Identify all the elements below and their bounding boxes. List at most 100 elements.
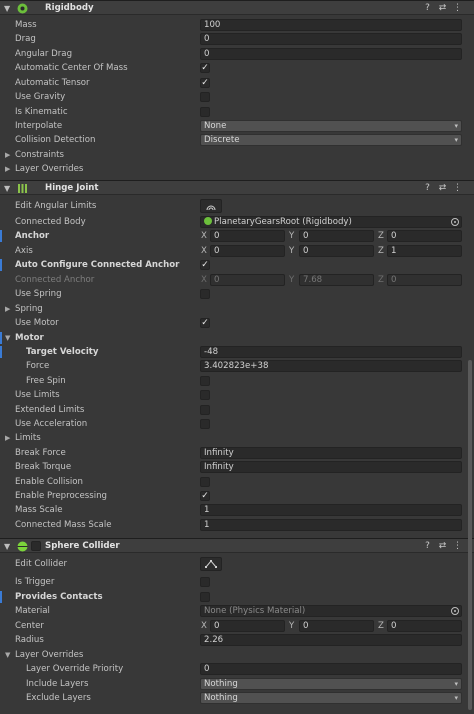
row-angular-drag: Angular Drag 0: [0, 47, 474, 61]
row-force: Force 3.402823e+38: [0, 359, 474, 373]
expand-arrow-icon[interactable]: ▶: [5, 431, 10, 445]
anchor-x-input[interactable]: 0: [210, 230, 285, 242]
foldout-label[interactable]: Limits: [15, 431, 41, 445]
row-enable-collision: Enable Collision: [0, 475, 474, 489]
foldout-label[interactable]: Constraints: [15, 148, 64, 162]
more-options-icon[interactable]: ⋮: [452, 541, 463, 552]
enable-component-checkbox[interactable]: [31, 541, 41, 551]
foldout-label[interactable]: Spring: [15, 302, 43, 316]
axis-z-input[interactable]: 1: [387, 245, 462, 257]
row-mass-scale: Mass Scale 1: [0, 503, 474, 517]
row-limits[interactable]: ▶ Limits: [0, 431, 474, 445]
expand-arrow-icon[interactable]: ▶: [5, 162, 10, 176]
chevron-down-icon: ▾: [454, 122, 458, 130]
connected-mass-scale-input[interactable]: 1: [200, 519, 462, 531]
help-icon[interactable]: ?: [422, 541, 433, 552]
fold-arrow-icon[interactable]: ▼: [4, 181, 10, 196]
mass-scale-input[interactable]: 1: [200, 504, 462, 516]
connected-body-field[interactable]: PlanetaryGearsRoot (Rigidbody): [200, 216, 462, 228]
enable-preprocessing-checkbox[interactable]: ✓: [200, 491, 210, 501]
object-picker-icon[interactable]: [451, 218, 459, 226]
auto-configure-checkbox[interactable]: ✓: [200, 260, 210, 270]
extended-limits-checkbox[interactable]: [200, 405, 210, 415]
row-motor[interactable]: ▼ Motor: [0, 331, 474, 345]
expand-arrow-icon[interactable]: ▶: [5, 302, 10, 316]
target-velocity-input[interactable]: -48: [200, 346, 462, 358]
row-constraints[interactable]: ▶ Constraints: [0, 148, 474, 162]
row-layer-overrides[interactable]: ▶ Layer Overrides: [0, 162, 474, 176]
sphere-collider-header[interactable]: ▼ Sphere Collider ? ⇄ ⋮: [0, 538, 474, 553]
row-use-limits: Use Limits: [0, 388, 474, 402]
object-picker-icon[interactable]: [451, 607, 459, 615]
center-z-input[interactable]: 0: [387, 620, 462, 632]
field-label: Radius: [15, 635, 44, 645]
row-auto-configure: Auto Configure Connected Anchor ✓: [0, 258, 474, 272]
is-trigger-checkbox[interactable]: [200, 577, 210, 587]
collision-detection-dropdown[interactable]: Discrete ▾: [200, 134, 462, 146]
fold-arrow-icon[interactable]: ▼: [4, 539, 10, 554]
row-break-force: Break Force Infinity: [0, 446, 474, 460]
row-layer-overrides[interactable]: ▼ Layer Overrides: [0, 648, 474, 662]
row-material: Material None (Physics Material): [0, 604, 474, 618]
row-use-spring: Use Spring: [0, 287, 474, 301]
angular-drag-input[interactable]: 0: [200, 48, 462, 60]
row-drag: Drag 0: [0, 32, 474, 46]
center-x-input[interactable]: 0: [210, 620, 285, 632]
field-label: Drag: [15, 34, 36, 44]
auto-tensor-checkbox[interactable]: ✓: [200, 78, 210, 88]
foldout-label[interactable]: Layer Overrides: [15, 648, 83, 662]
foldout-label[interactable]: Layer Overrides: [15, 162, 83, 176]
include-layers-dropdown[interactable]: Nothing ▾: [200, 678, 462, 690]
axis-x-input[interactable]: 0: [210, 245, 285, 257]
more-options-icon[interactable]: ⋮: [452, 3, 463, 14]
override-indicator: [0, 346, 2, 358]
edit-collider-button[interactable]: [200, 557, 222, 571]
enable-collision-checkbox[interactable]: [200, 477, 210, 487]
row-break-torque: Break Torque Infinity: [0, 460, 474, 474]
rigidbody-header[interactable]: ▼ Rigidbody ? ⇄ ⋮: [0, 0, 474, 15]
edit-angular-limits-button[interactable]: [200, 199, 222, 213]
row-auto-tensor: Automatic Tensor ✓: [0, 76, 474, 90]
radius-input[interactable]: 2.26: [200, 634, 462, 646]
interpolate-dropdown[interactable]: None ▾: [200, 120, 462, 132]
center-y-input[interactable]: 0: [299, 620, 374, 632]
expand-arrow-icon[interactable]: ▶: [5, 148, 10, 162]
use-gravity-checkbox[interactable]: [200, 92, 210, 102]
anchor-y-input[interactable]: 0: [299, 230, 374, 242]
override-indicator: [0, 332, 2, 344]
presets-icon[interactable]: ⇄: [437, 3, 448, 14]
auto-center-of-mass-checkbox[interactable]: ✓: [200, 63, 210, 73]
field-label: Use Acceleration: [15, 419, 88, 429]
hinge-joint-header[interactable]: ▼ Hinge Joint ? ⇄ ⋮: [0, 180, 474, 195]
force-input[interactable]: 3.402823e+38: [200, 360, 462, 372]
fold-arrow-icon[interactable]: ▼: [5, 331, 10, 345]
row-is-trigger: Is Trigger: [0, 575, 474, 589]
use-spring-checkbox[interactable]: [200, 289, 210, 299]
axis-y-input[interactable]: 0: [299, 245, 374, 257]
use-acceleration-checkbox[interactable]: [200, 419, 210, 429]
more-options-icon[interactable]: ⋮: [452, 183, 463, 194]
free-spin-checkbox[interactable]: [200, 376, 210, 386]
anchor-z-input[interactable]: 0: [387, 230, 462, 242]
presets-icon[interactable]: ⇄: [437, 541, 448, 552]
field-label: Use Gravity: [15, 92, 66, 102]
fold-arrow-icon[interactable]: ▼: [5, 648, 10, 662]
help-icon[interactable]: ?: [422, 3, 433, 14]
vertical-scrollbar[interactable]: [468, 360, 472, 710]
mass-input[interactable]: 100: [200, 19, 462, 31]
presets-icon[interactable]: ⇄: [437, 183, 448, 194]
provides-contacts-checkbox[interactable]: [200, 592, 210, 602]
help-icon[interactable]: ?: [422, 183, 433, 194]
material-field[interactable]: None (Physics Material): [200, 605, 462, 617]
row-spring[interactable]: ▶ Spring: [0, 302, 474, 316]
fold-arrow-icon[interactable]: ▼: [4, 1, 10, 16]
exclude-layers-dropdown[interactable]: Nothing ▾: [200, 692, 462, 704]
is-kinematic-checkbox[interactable]: [200, 107, 210, 117]
break-force-input[interactable]: Infinity: [200, 447, 462, 459]
layer-override-priority-input[interactable]: 0: [200, 663, 462, 675]
use-motor-checkbox[interactable]: ✓: [200, 318, 210, 328]
break-torque-input[interactable]: Infinity: [200, 461, 462, 473]
foldout-label[interactable]: Motor: [15, 331, 44, 345]
drag-input[interactable]: 0: [200, 33, 462, 45]
use-limits-checkbox[interactable]: [200, 390, 210, 400]
